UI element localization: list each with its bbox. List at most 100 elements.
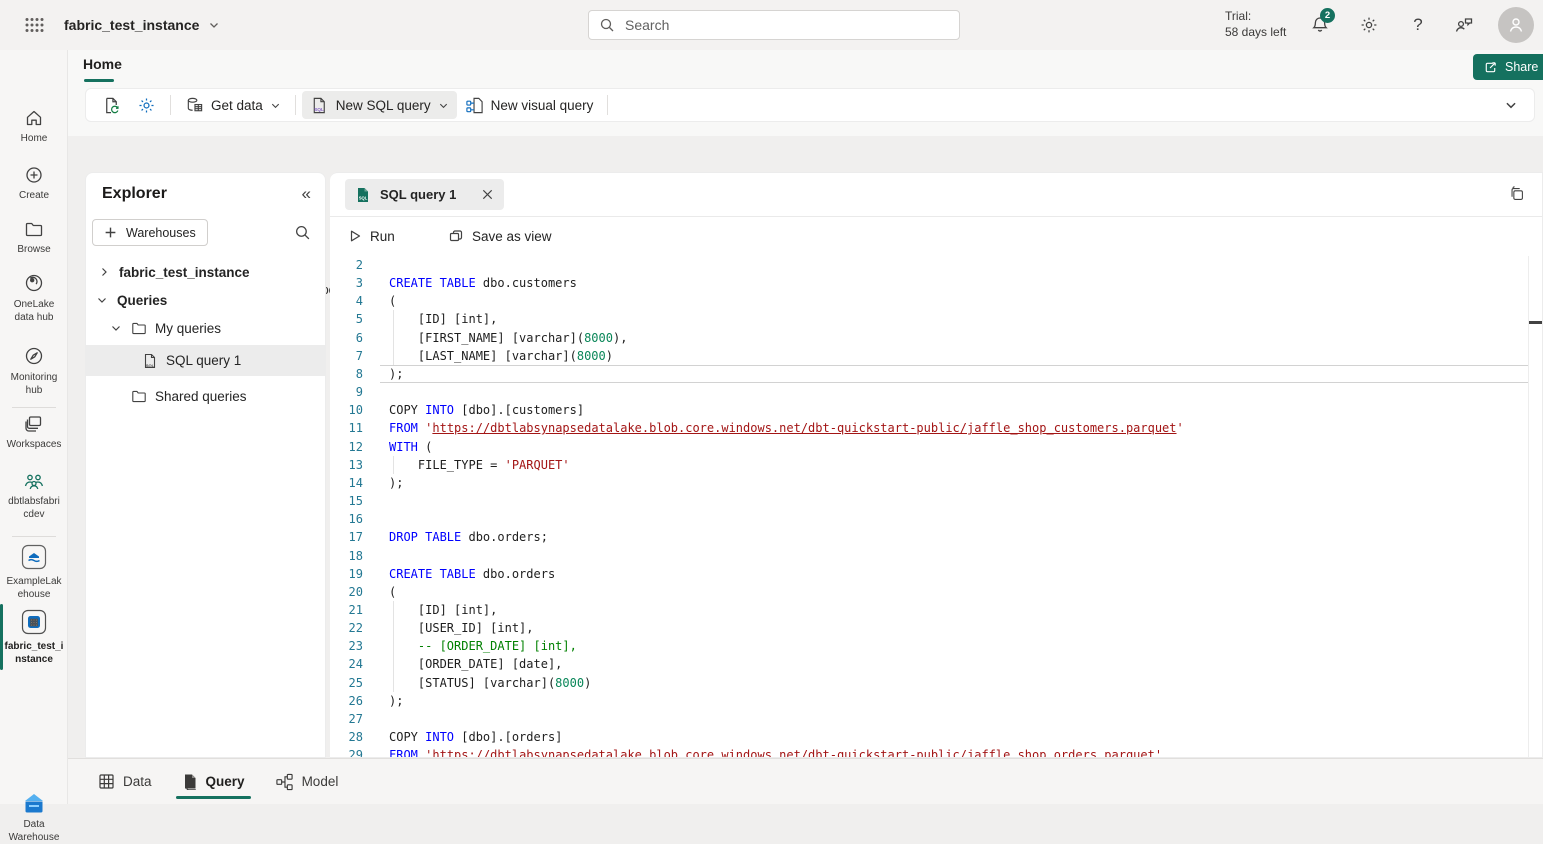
line-number: 5 [330, 310, 363, 328]
settings-button[interactable] [1354, 12, 1384, 38]
trial-label: Trial: [1225, 8, 1286, 24]
sidebar-item-monitoring-hub[interactable]: Monitoring hub [0, 345, 68, 397]
query-settings-button[interactable] [129, 91, 164, 119]
code-line-14[interactable]: 14); [330, 474, 1542, 492]
code-line-16[interactable]: 16 [330, 510, 1542, 528]
explorer-search-icon[interactable] [294, 224, 311, 241]
tab-home[interactable]: Home [83, 56, 122, 72]
notification-badge: 2 [1320, 8, 1335, 23]
code-line-22[interactable]: 22 [USER_ID] [int], [330, 619, 1542, 637]
app-launcher-button[interactable] [20, 11, 48, 39]
notifications-button[interactable]: 2 [1305, 12, 1335, 38]
code-line-12[interactable]: 12WITH ( [330, 438, 1542, 456]
refresh-document-icon [102, 96, 121, 115]
create-icon [24, 165, 44, 185]
sidebar-item-create[interactable]: Create [0, 165, 68, 202]
sidebar-item-home[interactable]: Home [0, 108, 68, 145]
tree-item-shared-queries[interactable]: Shared queries [86, 382, 325, 410]
sidebar-item-workspaces[interactable]: Workspaces [0, 414, 68, 451]
view-tab-model[interactable]: Model [273, 759, 341, 804]
new-sql-query-button[interactable]: SQL New SQL query [302, 91, 457, 119]
code-line-4[interactable]: 4( [330, 292, 1542, 310]
code-line-15[interactable]: 15 [330, 492, 1542, 510]
code-text: FROM 'https://dbtlabsynapsedatalake.blob… [389, 746, 1526, 757]
save-as-view-label: Save as view [472, 229, 552, 244]
workspace-switcher[interactable]: fabric_test_instance [64, 12, 220, 38]
sidebar-item-browse[interactable]: Browse [0, 219, 68, 256]
code-line-13[interactable]: 13 FILE_TYPE = 'PARQUET' [330, 456, 1542, 474]
code-line-6[interactable]: 6 [FIRST_NAME] [varchar](8000), [330, 329, 1542, 347]
code-line-23[interactable]: 23 -- [ORDER_DATE] [int], [330, 637, 1542, 655]
code-line-11[interactable]: 11FROM 'https://dbtlabsynapsedatalake.bl… [330, 419, 1542, 437]
sidebar-item-workspace-dbtlabsfabricdev[interactable]: dbtlabsfabri cdev [0, 471, 68, 521]
code-line-25[interactable]: 25 [STATUS] [varchar](8000) [330, 674, 1542, 692]
collapse-panel-icon[interactable]: « [302, 184, 311, 204]
sidebar-item-onelake-data-hub[interactable]: OneLake data hub [0, 272, 68, 324]
run-button[interactable]: Run [348, 229, 395, 244]
code-line-10[interactable]: 10COPY INTO [dbo].[customers] [330, 401, 1542, 419]
sidebar-item-item-examplelakehouse[interactable]: ExampleLak ehouse [0, 543, 68, 601]
bottom-view-switcher: Data Query Model [68, 758, 1543, 804]
code-text: ); [389, 365, 1526, 383]
svg-text:SQL: SQL [359, 195, 368, 200]
line-number: 10 [330, 401, 363, 419]
tree-item-queries[interactable]: Queries [86, 286, 325, 314]
code-line-27[interactable]: 27 [330, 710, 1542, 728]
code-line-29[interactable]: 29FROM 'https://dbtlabsynapsedatalake.bl… [330, 746, 1542, 757]
query-tab-sql-query-1[interactable]: SQL SQL query 1 [345, 179, 504, 210]
code-line-8[interactable]: 8); [330, 365, 1542, 383]
gear-icon [137, 96, 156, 115]
code-text: [ORDER_DATE] [date], [389, 655, 1526, 673]
chevron-right-icon[interactable] [98, 266, 110, 278]
help-button[interactable]: ? [1403, 12, 1433, 38]
code-line-7[interactable]: 7 [LAST_NAME] [varchar](8000) [330, 347, 1542, 365]
tree-item-label: fabric_test_instance [119, 265, 250, 280]
code-line-20[interactable]: 20( [330, 583, 1542, 601]
code-line-17[interactable]: 17DROP TABLE dbo.orders; [330, 528, 1542, 546]
add-warehouses-button[interactable]: Warehouses [92, 219, 208, 246]
code-line-19[interactable]: 19CREATE TABLE dbo.orders [330, 565, 1542, 583]
code-line-2[interactable]: 2 [330, 256, 1542, 274]
save-as-view-button[interactable]: Save as view [448, 228, 552, 244]
toolbar-collapse-chevron-icon[interactable] [1504, 98, 1518, 112]
refresh-button[interactable] [94, 91, 129, 119]
line-number: 14 [330, 474, 363, 492]
waffle-icon [24, 17, 44, 33]
search-input[interactable] [623, 16, 949, 34]
close-tab-icon[interactable] [481, 188, 494, 201]
view-tab-data[interactable]: Data [96, 759, 154, 804]
tree-item-sql-query-1[interactable]: SQLSQL query 1 [86, 345, 325, 376]
view-tab-query[interactable]: Query [180, 759, 247, 804]
visual-query-icon [465, 96, 484, 115]
sidebar-item-label: dbtlabsfabri cdev [8, 495, 60, 521]
global-search[interactable] [588, 10, 960, 40]
code-line-5[interactable]: 5 [ID] [int], [330, 310, 1542, 328]
copy-icon[interactable] [1508, 185, 1526, 203]
code-line-24[interactable]: 24 [ORDER_DATE] [date], [330, 655, 1542, 673]
sidebar-item-item-fabric-test-instance[interactable]: fabric_test_i nstance [0, 608, 68, 666]
code-line-18[interactable]: 18 [330, 547, 1542, 565]
editor-overview-ruler[interactable] [1528, 256, 1529, 757]
code-line-26[interactable]: 26); [330, 692, 1542, 710]
code-line-21[interactable]: 21 [ID] [int], [330, 601, 1542, 619]
sql-code-editor[interactable]: 23CREATE TABLE dbo.customers4(5 [ID] [in… [330, 256, 1542, 757]
share-button[interactable]: Share [1473, 54, 1543, 80]
tree-item-my-queries[interactable]: My queries [86, 314, 325, 342]
sidebar-item-data-warehouse[interactable]: Data Warehouse [0, 792, 68, 844]
line-number: 9 [330, 383, 363, 401]
new-visual-query-button[interactable]: New visual query [457, 91, 602, 119]
folder-icon [131, 320, 147, 336]
code-text: ( [389, 292, 1526, 310]
line-number: 21 [330, 601, 363, 619]
feedback-button[interactable] [1449, 12, 1479, 38]
code-line-9[interactable]: 9 [330, 383, 1542, 401]
code-line-28[interactable]: 28COPY INTO [dbo].[orders] [330, 728, 1542, 746]
account-avatar[interactable] [1498, 7, 1534, 43]
code-line-3[interactable]: 3CREATE TABLE dbo.customers [330, 274, 1542, 292]
get-data-button[interactable]: Get data [177, 91, 289, 119]
code-text: [FIRST_NAME] [varchar](8000), [389, 329, 1526, 347]
onelake-icon [23, 272, 45, 294]
chevron-down-icon[interactable] [96, 294, 108, 306]
chevron-down-icon[interactable] [110, 322, 122, 334]
tree-item-fabric-test-instance[interactable]: fabric_test_instance [86, 258, 325, 286]
